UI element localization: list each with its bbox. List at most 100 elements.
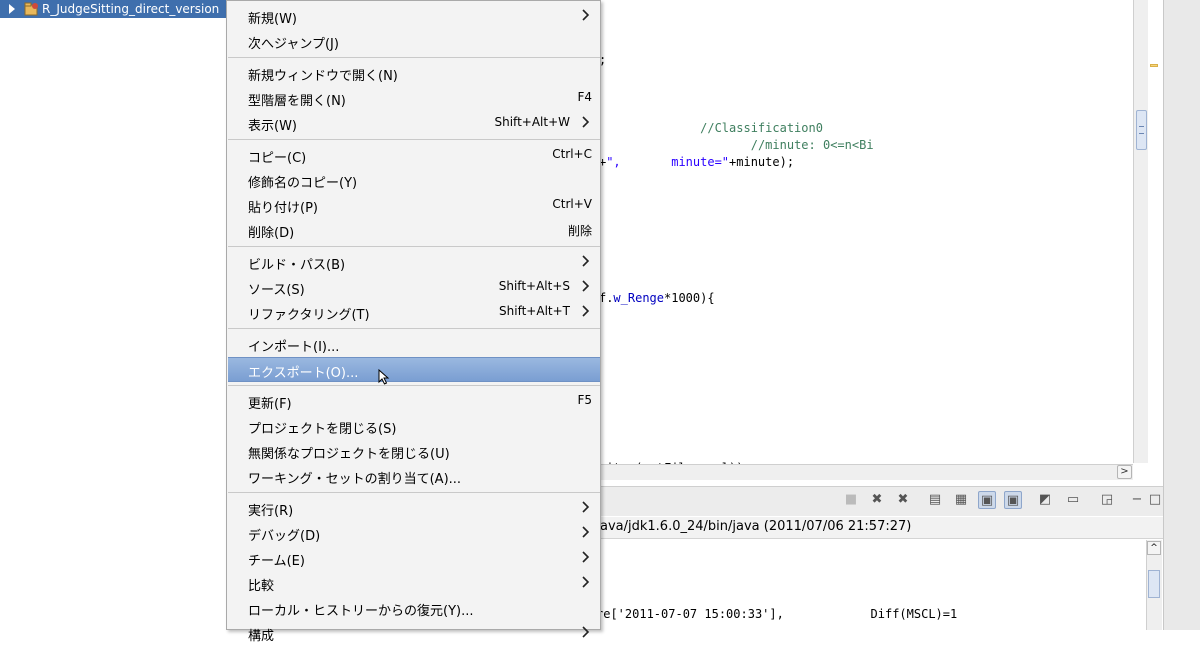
editor-horizontal-scrollbar[interactable]	[600, 464, 1133, 480]
menu-item-label: デバッグ(D)	[248, 529, 321, 544]
submenu-arrow-icon	[579, 254, 593, 270]
menu-item-shortcut: Ctrl+V	[552, 197, 592, 211]
scroll-up-arrow-icon[interactable]: ^	[1147, 541, 1161, 555]
submenu-arrow-icon	[579, 8, 593, 24]
menu-item[interactable]: ビルド・パス(B)	[228, 250, 600, 275]
menu-item[interactable]: 削除(D) 削除	[228, 218, 600, 243]
menu-item-label: 新規(W)	[248, 12, 297, 27]
open-console-icon[interactable]: ◲	[1098, 491, 1116, 509]
pin-console-icon[interactable]: ◩	[1036, 491, 1054, 509]
menu-item-label: 型階層を開く(N)	[248, 94, 346, 109]
overview-ruler-marker[interactable]	[1150, 64, 1158, 67]
menu-item-label: ローカル・ヒストリーからの復元(Y)...	[248, 604, 474, 619]
code-token: +minute);	[729, 155, 795, 169]
code-token: *1000){	[664, 291, 715, 305]
menu-item[interactable]: プロジェクトを閉じる(S)	[228, 414, 600, 439]
menu-item-label: ビルド・パス(B)	[248, 258, 346, 273]
menu-item[interactable]: インポート(I)...	[228, 332, 600, 357]
menu-item[interactable]: ソース(S) Shift+Alt+S	[228, 275, 600, 300]
display-console-icon[interactable]: ▭	[1064, 491, 1082, 509]
menu-item-label: 表示(W)	[248, 119, 297, 134]
menu-item-label: ワーキング・セットの割り当て(A)...	[248, 472, 462, 487]
mouse-pointer-icon	[378, 368, 390, 385]
menu-item[interactable]: リファクタリング(T) Shift+Alt+T	[228, 300, 600, 325]
menu-separator	[228, 246, 600, 247]
console-process-path: ava/jdk1.6.0_24/bin/java (2011/07/06 21:…	[600, 519, 912, 534]
menu-item-label: コピー(C)	[248, 151, 307, 166]
menu-item-label: エクスポート(O)...	[248, 366, 359, 381]
scroll-grip-icon	[1139, 126, 1144, 134]
menu-item[interactable]: 新規ウィンドウで開く(N)	[228, 61, 600, 86]
menu-separator	[228, 385, 600, 386]
menu-item-label: 修飾名のコピー(Y)	[248, 176, 358, 191]
expand-arrow-icon[interactable]	[9, 4, 15, 14]
menu-item-label: インポート(I)...	[248, 340, 340, 355]
console-output-line: re['2011-07-07 15:00:33'], Diff(MSCL)=1	[596, 607, 958, 621]
right-panel-border	[1163, 0, 1200, 630]
submenu-arrow-icon	[579, 500, 593, 516]
scroll-lock-icon[interactable]: ▦	[952, 491, 970, 509]
menu-item[interactable]: コピー(C) Ctrl+C	[228, 143, 600, 168]
menu-item[interactable]: ローカル・ヒストリーからの復元(Y)...	[228, 596, 600, 621]
menu-item-label: 更新(F)	[248, 397, 292, 412]
submenu-arrow-icon	[579, 304, 593, 320]
menu-separator	[228, 328, 600, 329]
menu-item-label: 構成	[248, 629, 275, 644]
menu-item[interactable]: 次へジャンプ(J)	[228, 29, 600, 54]
menu-item[interactable]: 貼り付け(P) Ctrl+V	[228, 193, 600, 218]
menu-item-shortcut: F4	[577, 90, 592, 104]
submenu-arrow-icon	[579, 625, 593, 641]
minimize-icon[interactable]: −	[1128, 491, 1146, 509]
menu-item[interactable]: 修飾名のコピー(Y)	[228, 168, 600, 193]
tree-item-project[interactable]: R_JudgeSitting_direct_version	[0, 0, 226, 18]
menu-item-label: 実行(R)	[248, 504, 294, 519]
editor-vertical-scrollbar[interactable]	[1133, 0, 1148, 463]
submenu-arrow-icon	[579, 575, 593, 591]
menu-item-shortcut: F5	[577, 393, 592, 407]
menu-item-shortcut: Shift+Alt+T	[499, 304, 570, 318]
submenu-arrow-icon	[579, 115, 593, 131]
submenu-arrow-icon	[579, 525, 593, 541]
menu-item[interactable]: 実行(R)	[228, 496, 600, 521]
menu-item[interactable]: チーム(E)	[228, 546, 600, 571]
menu-item-shortcut: Shift+Alt+W	[494, 115, 571, 129]
menu-separator	[228, 57, 600, 58]
scroll-right-arrow-icon[interactable]: >	[1117, 465, 1132, 479]
menu-item-label: ソース(S)	[248, 283, 305, 298]
package-explorer: R_JudgeSitting_direct_version	[0, 0, 226, 630]
maximize-icon[interactable]: □	[1146, 491, 1164, 509]
menu-item[interactable]: 表示(W) Shift+Alt+W	[228, 111, 600, 136]
java-project-icon	[24, 1, 40, 17]
remove-all-terminated-icon[interactable]: ✖	[894, 491, 912, 509]
menu-item[interactable]: 型階層を開く(N) F4	[228, 86, 600, 111]
menu-item[interactable]: デバッグ(D)	[228, 521, 600, 546]
menu-item[interactable]: 更新(F) F5	[228, 389, 600, 414]
code-token: ", minute="	[606, 155, 730, 169]
clear-console-icon[interactable]: ▤	[926, 491, 944, 509]
menu-item[interactable]: エクスポート(O)...	[228, 357, 600, 382]
menu-item-label: 新規ウィンドウで開く(N)	[248, 69, 398, 84]
menu-item-label: 貼り付け(P)	[248, 201, 318, 216]
submenu-arrow-icon	[579, 550, 593, 566]
code-token: w_Renge	[613, 291, 664, 305]
menu-item-shortcut: Ctrl+C	[552, 147, 592, 161]
menu-item-label: リファクタリング(T)	[248, 308, 370, 323]
menu-item[interactable]: 構成	[228, 621, 600, 646]
project-name-label: R_JudgeSitting_direct_version	[42, 2, 220, 16]
menu-item-label: プロジェクトを閉じる(S)	[248, 422, 397, 437]
show-on-error-icon[interactable]: ▣	[1004, 491, 1022, 509]
menu-item-label: 次へジャンプ(J)	[248, 37, 339, 52]
menu-item-label: チーム(E)	[248, 554, 305, 569]
menu-item[interactable]: 無関係なプロジェクトを閉じる(U)	[228, 439, 600, 464]
menu-item[interactable]: 新規(W)	[228, 4, 600, 29]
remove-launch-icon[interactable]: ✖	[868, 491, 886, 509]
terminate-icon[interactable]: ■	[842, 491, 860, 509]
menu-item-label: 無関係なプロジェクトを閉じる(U)	[248, 447, 450, 462]
show-on-output-icon[interactable]: ▣	[978, 491, 996, 509]
menu-separator	[228, 139, 600, 140]
console-scroll-thumb[interactable]	[1148, 570, 1160, 598]
menu-item[interactable]: 比較	[228, 571, 600, 596]
code-token: //minute: 0<=n<Bi	[591, 138, 874, 152]
menu-item[interactable]: ワーキング・セットの割り当て(A)...	[228, 464, 600, 489]
menu-item-shortcut: Shift+Alt+S	[498, 279, 570, 293]
